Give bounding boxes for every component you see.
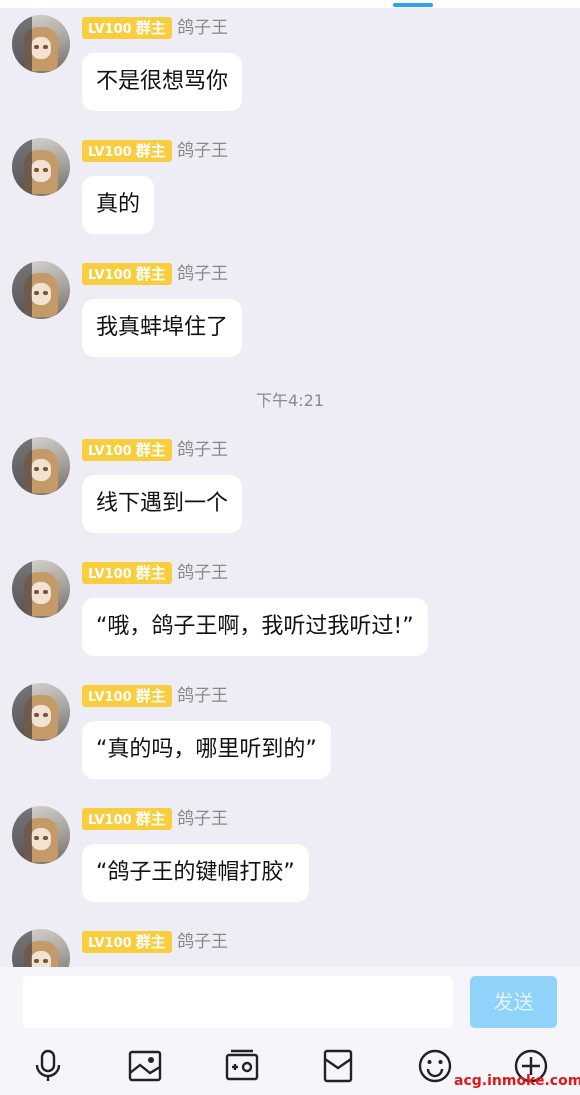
role-label: 群主 bbox=[135, 441, 166, 459]
avatar[interactable] bbox=[12, 15, 70, 73]
sender-name[interactable]: 鸽子王 bbox=[177, 808, 228, 830]
message-bubble[interactable]: “鸽子王的键帽打胶” bbox=[82, 844, 309, 902]
sender-name[interactable]: 鸽子王 bbox=[177, 263, 228, 285]
emoji-icon[interactable] bbox=[418, 1049, 452, 1083]
role-label: 群主 bbox=[135, 265, 166, 283]
avatar[interactable] bbox=[12, 261, 70, 319]
level-label: LV100 bbox=[88, 936, 132, 951]
sender-name[interactable]: 鸽子王 bbox=[177, 562, 228, 584]
sender-name[interactable]: 鸽子王 bbox=[177, 439, 228, 461]
message-input[interactable] bbox=[23, 976, 453, 1028]
send-button[interactable]: 发送 bbox=[470, 976, 557, 1028]
level-badge: LV100 群主 bbox=[82, 931, 172, 953]
level-label: LV100 bbox=[88, 444, 132, 459]
role-label: 群主 bbox=[135, 142, 166, 160]
time-separator: 下午4:21 bbox=[256, 391, 324, 410]
message-bubble[interactable]: 真的 bbox=[82, 176, 155, 234]
level-badge: LV100 群主 bbox=[82, 263, 172, 285]
avatar[interactable] bbox=[12, 138, 70, 196]
top-tab-strip bbox=[0, 0, 580, 8]
sender-name[interactable]: 鸽子王 bbox=[177, 685, 228, 707]
camera-icon[interactable] bbox=[225, 1049, 259, 1083]
level-label: LV100 bbox=[88, 268, 132, 283]
level-badge: LV100 群主 bbox=[82, 808, 172, 830]
message-bubble[interactable]: “真的吗，哪里听到的” bbox=[82, 721, 331, 779]
role-label: 群主 bbox=[135, 687, 166, 705]
avatar[interactable] bbox=[12, 806, 70, 864]
message-bubble[interactable]: 不是很想骂你 bbox=[82, 53, 243, 111]
level-label: LV100 bbox=[88, 813, 132, 828]
message-bubble[interactable]: “哦，鸽子王啊，我听过我听过!” bbox=[82, 598, 428, 656]
avatar[interactable] bbox=[12, 683, 70, 741]
role-label: 群主 bbox=[135, 810, 166, 828]
level-badge: LV100 群主 bbox=[82, 685, 172, 707]
watermark: acg.inmoke.com bbox=[454, 1073, 580, 1089]
picture-icon[interactable] bbox=[128, 1049, 162, 1083]
role-label: 群主 bbox=[135, 19, 166, 37]
level-badge: LV100 群主 bbox=[82, 17, 172, 39]
active-tab-indicator bbox=[393, 3, 433, 7]
level-badge: LV100 群主 bbox=[82, 562, 172, 584]
sender-name[interactable]: 鸽子王 bbox=[177, 140, 228, 162]
sender-name[interactable]: 鸽子王 bbox=[177, 17, 228, 39]
level-label: LV100 bbox=[88, 145, 132, 160]
avatar[interactable] bbox=[12, 560, 70, 618]
level-label: LV100 bbox=[88, 22, 132, 37]
level-label: LV100 bbox=[88, 690, 132, 705]
avatar[interactable] bbox=[12, 437, 70, 495]
level-label: LV100 bbox=[88, 567, 132, 582]
message-bubble[interactable]: 线下遇到一个 bbox=[82, 475, 243, 533]
sender-name[interactable]: 鸽子王 bbox=[177, 931, 228, 953]
role-label: 群主 bbox=[135, 564, 166, 582]
role-label: 群主 bbox=[135, 933, 166, 951]
level-badge: LV100 群主 bbox=[82, 140, 172, 162]
level-badge: LV100 群主 bbox=[82, 439, 172, 461]
message-bubble[interactable]: 我真蚌埠住了 bbox=[82, 299, 243, 357]
microphone-icon[interactable] bbox=[31, 1049, 65, 1083]
red-packet-icon[interactable] bbox=[321, 1049, 355, 1083]
